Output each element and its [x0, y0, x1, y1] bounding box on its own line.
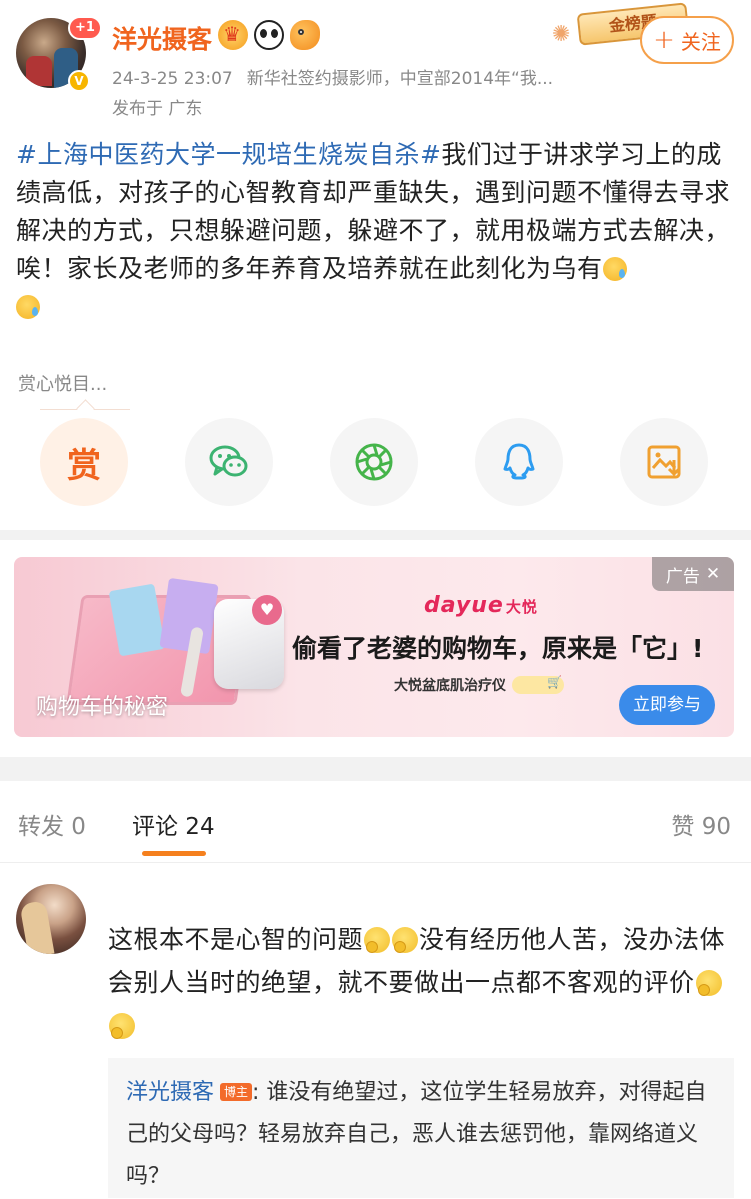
heart-icon: ♥	[252, 595, 282, 625]
ad-brand-name: dayue	[424, 593, 504, 618]
ad-brand-logo: dayue 大悦	[424, 593, 538, 618]
active-tab-indicator	[142, 851, 206, 856]
qq-share-button[interactable]	[475, 418, 563, 506]
thinking-emoji-icon	[392, 927, 419, 953]
post-meta: 24-3-25 23:07 新华社签约摄影师，中宣部2014年“我...	[112, 64, 553, 89]
author-bio: 新华社签约摄影师，中宣部2014年“我...	[246, 69, 554, 89]
post-date: 24-3-25 23:07	[112, 69, 233, 89]
sweat-emoji-icon	[602, 257, 627, 281]
sparkle-icon: ✺	[552, 22, 571, 47]
share-row: 赏	[40, 418, 730, 508]
save-image-icon	[647, 445, 681, 479]
post-header: +1 V 洋光摄客 24-3-25 23:07 新华社签约摄影师，中宣部2014年…	[0, 0, 751, 130]
thinking-emoji-icon	[695, 970, 722, 996]
ad-banner[interactable]: ♥ 购物车的秘密 dayue 大悦 偷看了老婆的购物车，原来是「它」! 大悦盆底肌…	[14, 557, 734, 737]
ad-product-name: 大悦盆底肌治疗仪	[394, 678, 506, 694]
moments-share-button[interactable]	[330, 418, 418, 506]
section-divider	[0, 530, 751, 540]
thinking-emoji-icon	[109, 1013, 135, 1039]
follow-label: 关注	[680, 29, 721, 54]
qq-icon	[503, 443, 535, 480]
tab-comments[interactable]: 评论 24	[132, 807, 215, 841]
follow-button[interactable]: + 关注	[640, 16, 734, 64]
reward-tooltip-arrow	[40, 396, 130, 410]
tab-reposts[interactable]: 转发 0	[18, 807, 86, 841]
author-badges	[218, 20, 320, 50]
ad-cta-button[interactable]: 立即参与	[619, 685, 715, 725]
ad-product: 大悦盆底肌治疗仪	[394, 675, 564, 695]
ad-tag-label: 广告	[665, 566, 700, 587]
post-location: 发布于 广东	[112, 99, 203, 119]
ad-caption: 购物车的秘密	[36, 695, 169, 720]
weibo-post-page: +1 V 洋光摄客 24-3-25 23:07 新华社签约摄影师，中宣部2014年…	[0, 0, 751, 1199]
notification-badge: +1	[68, 16, 102, 40]
ad-fine-print	[34, 725, 724, 731]
reply-author-name[interactable]: 洋光摄客	[126, 1080, 214, 1105]
section-divider	[0, 757, 751, 781]
save-image-button[interactable]	[620, 418, 708, 506]
author-avatar[interactable]: +1 V	[16, 16, 102, 92]
author-name[interactable]: 洋光摄客	[112, 20, 212, 56]
wechat-icon	[209, 445, 248, 477]
ad-brand-cn: 大悦	[505, 598, 538, 616]
ad-close-tag[interactable]: 广告 ✕	[652, 557, 734, 591]
moments-icon	[355, 443, 393, 481]
ad-headline: 偷看了老婆的购物车，原来是「它」!	[292, 634, 704, 663]
commenter-avatar[interactable]	[16, 884, 86, 954]
hashtag-link[interactable]: #上海中医药大学一规培生烧炭自杀#	[16, 140, 441, 169]
wechat-share-button[interactable]	[185, 418, 273, 506]
host-badge: 博主	[220, 1083, 253, 1101]
cart-pill-icon	[512, 675, 564, 694]
fish-icon[interactable]	[290, 20, 320, 50]
post-content: #上海中医药大学一规培生烧炭自杀#我们过于讲求学习上的成绩高低，对孩子的心智教育…	[16, 136, 738, 326]
author-reply[interactable]: 洋光摄客 博主: 谁没有绝望过，这位学生轻易放弃，对得起自己的父母吗？轻易放弃自己…	[108, 1058, 734, 1198]
sweat-emoji-icon	[16, 295, 40, 319]
plus-icon: +	[653, 25, 675, 55]
thinking-emoji-icon	[364, 927, 391, 953]
comment-text-part1: 这根本不是心智的问题	[108, 925, 364, 954]
crown-icon[interactable]	[218, 20, 248, 50]
reward-button[interactable]: 赏	[40, 418, 128, 506]
tab-likes[interactable]: 赞 90	[671, 807, 731, 841]
reward-label: 赏心悦目...	[18, 374, 108, 395]
verified-icon: V	[68, 70, 90, 92]
close-icon: ✕	[705, 564, 721, 584]
engagement-tabs: 转发 0 评论 24 赞 90	[0, 781, 751, 863]
comment-text: 这根本不是心智的问题 没有经历他人苦，没办法体会别人当时的绝望，就不要做出一点都不…	[108, 918, 734, 1047]
panda-icon[interactable]	[254, 20, 284, 50]
reward-icon: 赏	[67, 445, 101, 486]
